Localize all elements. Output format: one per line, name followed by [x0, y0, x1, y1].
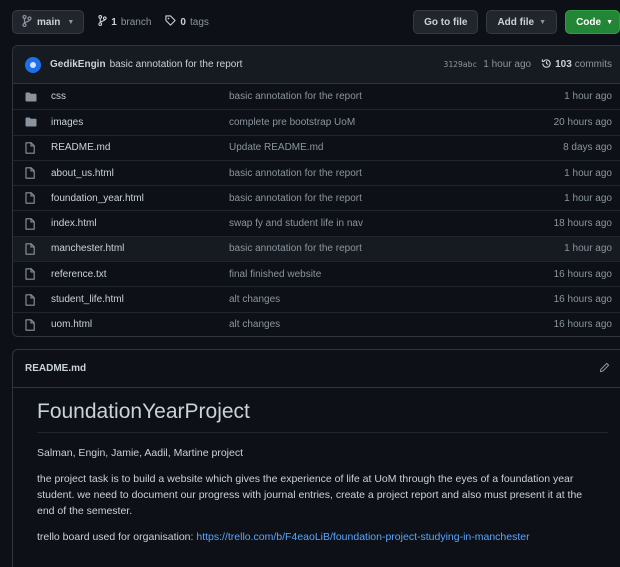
file-commit-time: 1 hour ago: [564, 167, 612, 179]
file-row[interactable]: about_us.html basic annotation for the re…: [13, 159, 620, 185]
go-to-file-button[interactable]: Go to file: [413, 10, 479, 34]
file-icon: [25, 192, 37, 205]
folder-icon: [25, 116, 37, 128]
file-row[interactable]: reference.txt final finished website 16 ho…: [13, 261, 620, 286]
file-icon: [25, 141, 37, 154]
history-icon: [541, 58, 552, 72]
tag-count-label: tags: [189, 16, 209, 28]
commit-count: 103: [555, 59, 572, 70]
file-name[interactable]: foundation_year.html: [51, 193, 229, 204]
trello-prefix: trello board used for organisation:: [37, 531, 197, 543]
file-commit-time: 16 hours ago: [553, 294, 612, 306]
file-commit-time: 1 hour ago: [564, 192, 612, 204]
file-commit-time: 20 hours ago: [553, 116, 612, 128]
file-commit-message[interactable]: alt changes: [229, 294, 554, 305]
readme-description: the project task is to build a website w…: [37, 473, 583, 517]
commit-count-label: commits: [574, 59, 612, 70]
file-commit-message[interactable]: basic annotation for the report: [229, 168, 564, 179]
file-name[interactable]: images: [51, 117, 229, 128]
file-icon: [25, 319, 37, 331]
add-file-label: Add file: [497, 16, 535, 28]
readme-header: README.md: [13, 350, 620, 388]
branches-link[interactable]: 1 branch: [98, 15, 151, 29]
chevron-down-icon: ▼: [67, 18, 75, 26]
file-row[interactable]: index.html swap fy and student life in na…: [13, 210, 620, 235]
latest-commit-bar: GedikEngin basic annotation for the repo…: [13, 46, 620, 84]
file-commit-message[interactable]: swap fy and student life in nav: [229, 218, 554, 229]
git-branch-icon: [98, 15, 107, 29]
folder-icon: [25, 91, 37, 103]
chevron-down-icon: ▼: [606, 18, 613, 26]
commit-sha[interactable]: 3129abc: [444, 60, 478, 69]
file-name[interactable]: css: [51, 91, 229, 102]
file-row[interactable]: uom.html alt changes 16 hours ago: [13, 311, 620, 336]
file-commit-message[interactable]: final finished website: [229, 269, 554, 280]
file-name[interactable]: manchester.html: [51, 243, 229, 254]
file-name[interactable]: README.md: [51, 142, 229, 153]
file-commit-message[interactable]: basic annotation for the report: [229, 91, 564, 102]
file-commit-message[interactable]: complete pre bootstrap UoM: [229, 117, 554, 128]
file-commit-time: 1 hour ago: [564, 243, 612, 255]
commit-message[interactable]: basic annotation for the report: [110, 59, 243, 70]
code-button[interactable]: Code ▼: [565, 10, 620, 34]
file-commit-time: 16 hours ago: [553, 319, 612, 331]
file-commit-time: 16 hours ago: [553, 268, 612, 280]
code-label: Code: [576, 16, 602, 28]
readme-trello: trello board used for organisation: http…: [37, 529, 608, 545]
file-commit-time: 18 hours ago: [553, 218, 612, 230]
git-branch-icon: [22, 14, 32, 30]
tags-link[interactable]: 0 tags: [165, 15, 209, 29]
repo-toolbar: main ▼ 1 branch 0 tags Go to file Add fi…: [12, 9, 620, 35]
file-row[interactable]: README.md Update README.md 8 days ago: [13, 134, 620, 160]
tag-icon: [165, 15, 177, 29]
branch-name: main: [37, 16, 61, 28]
file-row[interactable]: images complete pre bootstrap UoM 20 hours…: [13, 109, 620, 134]
readme-filename[interactable]: README.md: [25, 363, 86, 374]
readme-panel: README.md FoundationYearProject Salman, …: [12, 349, 620, 567]
file-name[interactable]: index.html: [51, 218, 229, 229]
readme-title: FoundationYearProject: [37, 400, 608, 433]
chevron-down-icon: ▼: [539, 18, 547, 26]
trello-link[interactable]: https://trello.com/b/F4eaoLiB/foundation…: [196, 531, 529, 543]
branch-count-label: branch: [120, 16, 152, 28]
file-row[interactable]: css basic annotation for the report 1 hour…: [13, 84, 620, 109]
pencil-icon[interactable]: [599, 362, 610, 376]
branch-selector-button[interactable]: main ▼: [12, 10, 85, 34]
tag-count: 0: [180, 16, 186, 28]
file-name[interactable]: uom.html: [51, 319, 229, 330]
file-name[interactable]: about_us.html: [51, 168, 229, 179]
file-list: css basic annotation for the report 1 hour…: [13, 84, 620, 336]
readme-body: FoundationYearProject Salman, Engin, Jam…: [13, 388, 620, 545]
file-browser: GedikEngin basic annotation for the repo…: [12, 45, 620, 337]
commits-link[interactable]: 103 commits: [541, 58, 612, 72]
file-icon: [25, 167, 37, 179]
file-commit-time: 8 days ago: [563, 142, 612, 154]
commit-time: 1 hour ago: [483, 59, 532, 70]
avatar[interactable]: [25, 56, 41, 73]
file-row[interactable]: foundation_year.html basic annotation for…: [13, 185, 620, 210]
file-commit-message[interactable]: alt changes: [229, 319, 554, 330]
file-commit-message[interactable]: Update README.md: [229, 142, 563, 153]
file-icon: [25, 293, 37, 306]
file-name[interactable]: reference.txt: [51, 269, 229, 280]
file-commit-message[interactable]: basic annotation for the report: [229, 243, 564, 254]
file-icon: [25, 217, 37, 230]
file-icon: [25, 268, 37, 280]
readme-authors: Salman, Engin, Jamie, Aadil, Martine pro…: [37, 447, 244, 459]
file-commit-message[interactable]: basic annotation for the report: [229, 193, 564, 204]
file-row[interactable]: student_life.html alt changes 16 hours ago: [13, 286, 620, 311]
file-icon: [25, 243, 37, 255]
commit-author[interactable]: GedikEngin: [50, 59, 106, 70]
branch-count: 1: [111, 16, 117, 28]
add-file-button[interactable]: Add file ▼: [486, 10, 558, 34]
file-name[interactable]: student_life.html: [51, 294, 229, 305]
file-commit-time: 1 hour ago: [564, 91, 612, 103]
file-row[interactable]: manchester.html basic annotation for the …: [13, 235, 620, 262]
